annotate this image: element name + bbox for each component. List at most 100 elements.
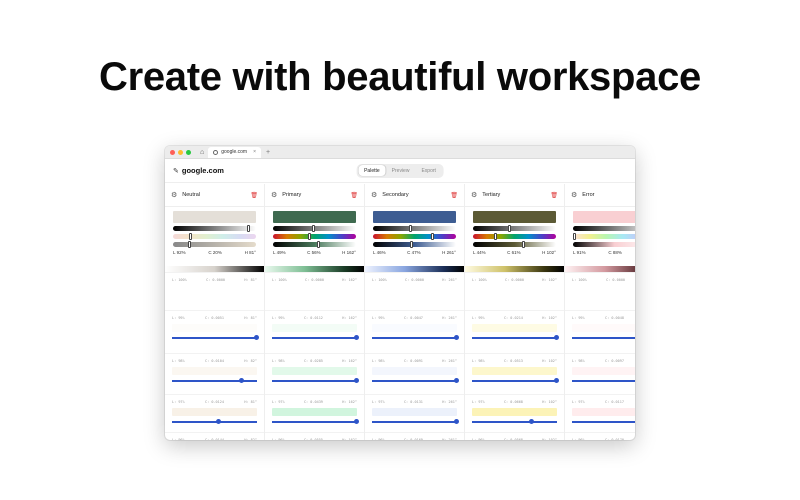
lightness-slider[interactable]	[373, 225, 456, 232]
tone-row: L: 97% C: 0.0668 H: 102°	[465, 400, 564, 424]
color-swatch[interactable]	[373, 211, 456, 223]
trash-icon[interactable]: 🗑	[250, 192, 258, 199]
slider-knob[interactable]	[410, 241, 413, 248]
tone-chroma-slider[interactable]	[572, 421, 635, 423]
chroma-slider[interactable]	[273, 241, 356, 248]
tone-swatch[interactable]	[572, 324, 635, 332]
gear-icon[interactable]: ⚙	[571, 191, 577, 199]
slider-handle[interactable]	[354, 378, 359, 383]
slider-handle[interactable]	[254, 335, 259, 340]
tone-swatch[interactable]	[172, 408, 257, 416]
slider-handle[interactable]	[354, 335, 359, 340]
trash-icon[interactable]: 🗑	[350, 192, 358, 199]
lightness-slider[interactable]	[273, 225, 356, 232]
tone-chroma-slider[interactable]	[172, 378, 257, 383]
chroma-slider[interactable]	[173, 241, 256, 248]
tone-hue: H: 162°	[342, 278, 357, 282]
tone-chroma-slider[interactable]	[472, 335, 559, 340]
slider-handle[interactable]	[454, 378, 459, 383]
tone-swatch[interactable]	[472, 367, 557, 375]
tab-palette[interactable]: Palette	[358, 165, 386, 176]
tone-swatch[interactable]	[272, 367, 357, 375]
tone-chroma-slider[interactable]	[372, 335, 459, 340]
tone-chroma-slider[interactable]	[272, 335, 359, 340]
tone-swatch[interactable]	[372, 367, 457, 375]
color-swatch[interactable]	[273, 211, 356, 223]
close-window-button[interactable]	[170, 149, 175, 155]
chroma-slider[interactable]	[573, 242, 635, 247]
slider-knob[interactable]	[308, 233, 312, 240]
tone-swatch[interactable]	[472, 408, 557, 416]
tone-chroma-slider[interactable]	[172, 335, 259, 340]
trash-icon[interactable]: 🗑	[450, 192, 458, 199]
tone-chroma-slider[interactable]	[472, 378, 559, 383]
chroma-slider[interactable]	[473, 241, 556, 248]
hue-slider[interactable]	[473, 233, 556, 240]
slider-handle[interactable]	[454, 335, 459, 340]
slider-knob[interactable]	[430, 233, 434, 240]
hue-slider[interactable]	[373, 233, 456, 240]
tone-chroma-slider[interactable]	[272, 378, 359, 383]
gear-icon[interactable]: ⚙	[371, 191, 377, 199]
minimize-window-button[interactable]	[178, 149, 183, 155]
slider-knob[interactable]	[507, 225, 511, 232]
slider-handle[interactable]	[454, 419, 459, 424]
browser-tab[interactable]: google.com ×	[208, 146, 262, 158]
gear-icon[interactable]: ⚙	[471, 191, 477, 199]
slider-handle[interactable]	[528, 419, 534, 424]
slider-knob[interactable]	[494, 233, 498, 240]
tone-swatch[interactable]	[472, 324, 557, 332]
tone-chroma-slider[interactable]	[572, 380, 635, 382]
slider-knob[interactable]	[247, 225, 251, 232]
slider-handle[interactable]	[554, 335, 559, 340]
tone-chroma-slider[interactable]	[372, 419, 459, 424]
hue-slider[interactable]	[573, 233, 635, 240]
tab-export[interactable]: Export	[415, 165, 441, 176]
slider-handle[interactable]	[354, 419, 359, 424]
hue-slider[interactable]	[173, 233, 256, 240]
tab-close-icon[interactable]: ×	[253, 149, 256, 155]
slider-knob[interactable]	[317, 241, 321, 248]
slider-knob[interactable]	[409, 225, 413, 232]
hue-slider[interactable]	[273, 233, 356, 240]
color-swatch[interactable]	[173, 211, 256, 223]
tone-swatch[interactable]	[372, 408, 457, 416]
slider-handle[interactable]	[215, 419, 221, 424]
slider-knob[interactable]	[573, 233, 577, 240]
row-divider	[165, 432, 264, 433]
tone-swatch[interactable]	[572, 367, 635, 375]
gear-icon[interactable]: ⚙	[171, 191, 177, 199]
tone-chroma-slider[interactable]	[172, 419, 257, 424]
slider-knob[interactable]	[187, 241, 191, 248]
tone-swatch[interactable]	[272, 324, 357, 332]
tone-swatch[interactable]	[172, 367, 257, 375]
tone-swatch[interactable]	[572, 408, 635, 416]
row-divider	[565, 353, 635, 354]
tone-swatch[interactable]	[372, 324, 457, 332]
chroma-slider[interactable]	[373, 241, 456, 248]
color-swatch[interactable]	[473, 211, 556, 223]
color-swatch[interactable]	[573, 211, 635, 223]
trash-icon[interactable]: 🗑	[550, 192, 558, 199]
tab-preview[interactable]: Preview	[386, 165, 416, 176]
slider-knob[interactable]	[189, 233, 193, 240]
lightness-slider[interactable]	[473, 225, 556, 232]
maximize-window-button[interactable]	[186, 149, 191, 155]
pencil-icon[interactable]: ✎	[173, 167, 179, 175]
new-tab-button[interactable]: +	[266, 149, 270, 156]
slider-handle[interactable]	[238, 378, 244, 383]
tone-swatch[interactable]	[172, 324, 257, 332]
tone-swatch[interactable]	[272, 408, 357, 416]
slider-knob[interactable]	[521, 241, 525, 248]
tone-lightness: L: 99%	[372, 316, 385, 320]
slider-knob[interactable]	[311, 225, 315, 232]
tone-chroma-slider[interactable]	[372, 378, 459, 383]
home-icon[interactable]: ⌂	[200, 149, 204, 156]
gear-icon[interactable]: ⚙	[271, 191, 277, 199]
lightness-slider[interactable]	[573, 226, 635, 231]
slider-handle[interactable]	[554, 378, 559, 383]
tone-chroma-slider[interactable]	[272, 419, 359, 424]
tone-chroma-slider[interactable]	[572, 337, 635, 339]
lightness-slider[interactable]	[173, 225, 256, 232]
tone-chroma-slider[interactable]	[472, 419, 557, 424]
